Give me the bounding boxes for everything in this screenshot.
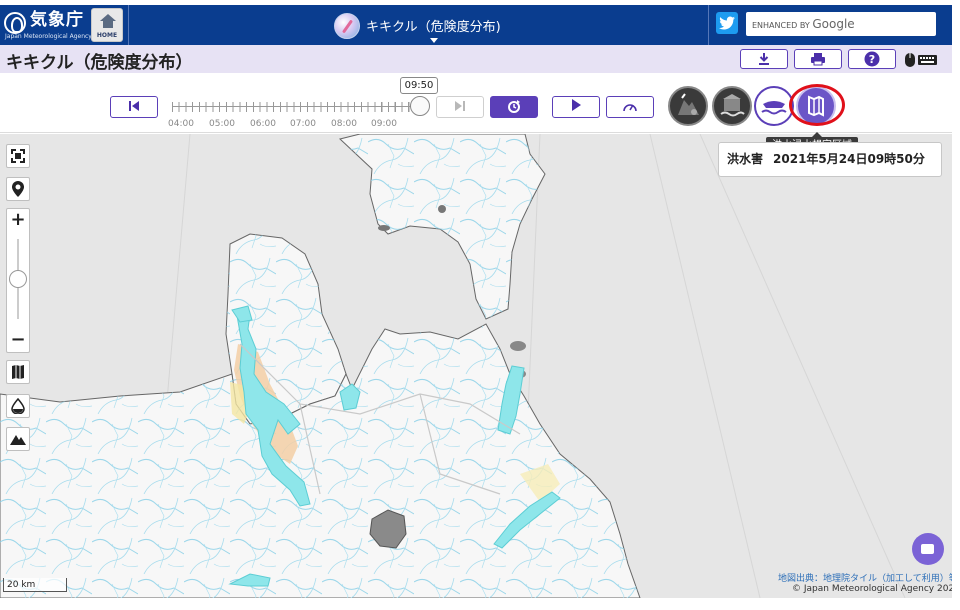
inundation-layer-button[interactable] xyxy=(712,86,752,126)
twitter-icon xyxy=(719,16,735,30)
location-pin-icon xyxy=(12,181,24,197)
twitter-button[interactable] xyxy=(716,12,738,34)
water-layer-button[interactable] xyxy=(6,394,30,418)
map-credit-link[interactable]: 地図出典：地理院タイル（加工して利用）等 xyxy=(778,571,958,584)
skip-forward-icon xyxy=(455,101,465,111)
tick-label: 09:00 xyxy=(371,119,397,129)
flood-layer-icon xyxy=(761,101,787,115)
search-input[interactable]: ENHANCED BY Google xyxy=(746,12,936,36)
tick-label: 08:00 xyxy=(331,119,357,129)
zoom-out-button[interactable]: − xyxy=(7,329,29,351)
landslide-layer-icon xyxy=(678,93,699,115)
skip-to-start-button[interactable] xyxy=(110,96,158,118)
timeline-labels: 04:00 05:00 06:00 07:00 08:00 09:00 xyxy=(168,119,428,131)
header-bar: 気象庁 Japan Meteorological Agency HOME キキク… xyxy=(0,5,952,45)
title-bar: キキクル（危険度分布） ? xyxy=(0,45,952,73)
speedometer-icon xyxy=(623,104,637,112)
timeline-track[interactable] xyxy=(172,106,424,107)
landslide-layer-button[interactable] xyxy=(668,86,708,126)
download-icon xyxy=(759,53,769,65)
map-view[interactable]: + − xyxy=(0,134,952,598)
help-button[interactable]: ? xyxy=(848,49,896,69)
skip-back-icon xyxy=(129,101,139,111)
app-window: 気象庁 Japan Meteorological Agency HOME キキク… xyxy=(0,0,960,610)
tick-label: 06:00 xyxy=(250,119,276,129)
scale-bar: 20 km xyxy=(3,578,67,592)
basemap xyxy=(0,134,952,598)
app-switcher[interactable]: キキクル（危険度分布) xyxy=(330,11,510,43)
map-icon xyxy=(12,365,24,379)
app-switcher-label: キキクル（危険度分布) xyxy=(366,20,501,35)
search-prefix: ENHANCED BY xyxy=(752,21,810,30)
skip-to-end-button[interactable] xyxy=(436,96,484,118)
print-button[interactable] xyxy=(794,49,842,69)
flood-layer-button[interactable] xyxy=(754,86,794,126)
fullscreen-icon xyxy=(11,149,25,163)
play-icon xyxy=(572,99,581,111)
house-icon xyxy=(100,14,116,28)
info-datetime: 2021年5月24日09時50分 xyxy=(773,152,925,166)
timeline-ticks xyxy=(172,102,424,112)
mountain-icon xyxy=(10,435,26,445)
speed-button[interactable] xyxy=(606,96,654,118)
refresh-clock-icon xyxy=(508,100,520,113)
zoom-in-button[interactable]: + xyxy=(7,209,29,231)
terrain-layer-button[interactable] xyxy=(6,427,30,451)
chat-button[interactable] xyxy=(912,533,944,565)
copyright-text: © Japan Meteorological Agency 2020 xyxy=(792,584,960,594)
tick-label: 07:00 xyxy=(290,119,316,129)
latest-button[interactable] xyxy=(490,96,538,118)
highlight-circle xyxy=(789,84,845,126)
zoom-control: + − xyxy=(6,208,30,353)
tick-label: 04:00 xyxy=(168,119,194,129)
current-time-label: 09:50 xyxy=(400,77,438,94)
map-layer-button[interactable] xyxy=(6,360,30,384)
current-location-button[interactable] xyxy=(6,177,30,201)
page-edge xyxy=(952,0,960,610)
caret-down-icon xyxy=(430,38,438,43)
header-divider xyxy=(708,5,709,45)
jma-emblem-icon xyxy=(4,12,26,34)
download-button[interactable] xyxy=(740,49,788,69)
timeline-thumb[interactable] xyxy=(410,96,430,116)
water-drop-icon xyxy=(11,397,25,415)
zoom-thumb[interactable] xyxy=(9,270,27,288)
home-label: HOME xyxy=(96,32,118,39)
page-title: キキクル（危険度分布） xyxy=(6,53,193,73)
kikikuru-icon xyxy=(334,13,360,39)
tick-label: 05:00 xyxy=(209,119,235,129)
mouse-keyboard-icon[interactable] xyxy=(904,52,938,68)
fullscreen-button[interactable] xyxy=(6,144,30,168)
print-icon xyxy=(811,53,825,66)
logo-subtitle: Japan Meteorological Agency xyxy=(5,33,92,40)
play-button[interactable] xyxy=(552,96,600,118)
info-panel: 洪水害 2021年5月24日09時50分 xyxy=(718,142,942,177)
help-glyph: ? xyxy=(869,53,875,66)
search-brand: Google xyxy=(812,17,855,31)
info-kind: 洪水害 xyxy=(727,152,764,166)
inundation-layer-icon xyxy=(720,94,745,117)
logo-name: 気象庁 xyxy=(30,10,84,30)
home-button[interactable]: HOME xyxy=(91,8,123,42)
jma-logo[interactable]: 気象庁 Japan Meteorological Agency xyxy=(4,9,92,41)
help-icon: ? xyxy=(864,51,880,67)
header-divider xyxy=(128,5,129,45)
